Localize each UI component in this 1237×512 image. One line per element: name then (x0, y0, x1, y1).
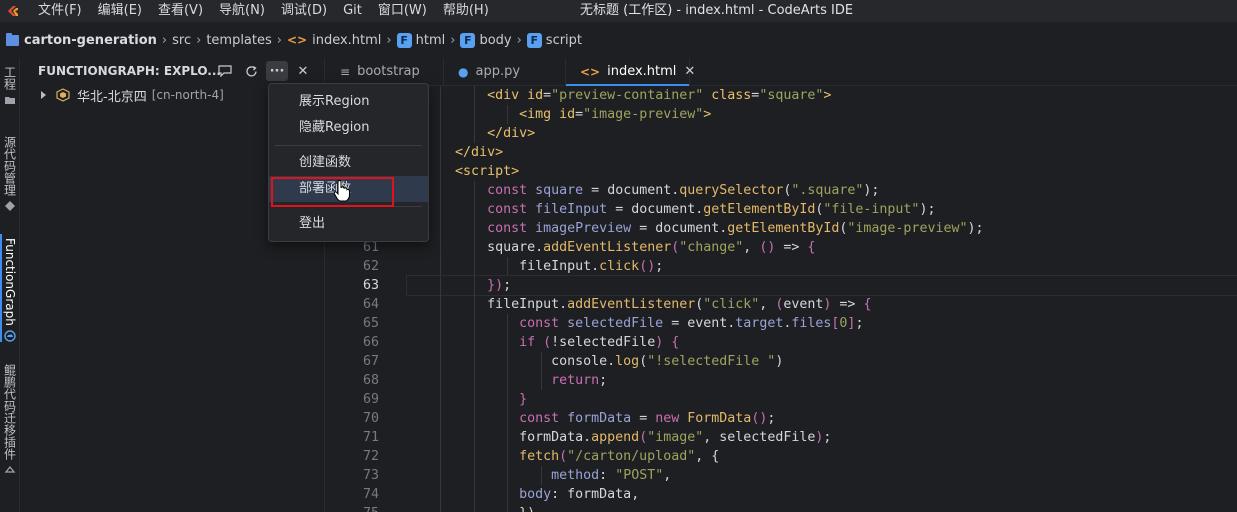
code-line: 75 }) (326, 504, 1237, 512)
activity-bar: 工程 源代码管理 FunctionGraph 鲲鹏代码迁移插件 (0, 58, 20, 512)
cloud-icon (4, 330, 16, 342)
folder-icon (6, 32, 19, 46)
element-icon: F (460, 32, 476, 48)
more-actions-icon[interactable]: ··· (266, 61, 288, 81)
code-line: 72 fetch("/carton/upload", { (362, 447, 720, 466)
explorer-actions: ··· ✕ (210, 61, 314, 81)
code-line: <img id="image-preview"> (326, 105, 1237, 124)
python-icon: ● (458, 64, 469, 79)
code-line: 74 body: formData, (362, 485, 640, 504)
breadcrumb-index-html[interactable]: <> index.html › (287, 33, 397, 48)
menu-navigate[interactable]: 导航(N) (211, 0, 273, 22)
folder-icon (5, 97, 15, 104)
tab-bootstrap[interactable]: ≡ bootstrap (326, 58, 444, 85)
code-line: </div> (326, 124, 1237, 143)
tab-index-html[interactable]: <> index.html ✕ (566, 58, 695, 86)
code-line: <div id="preview-container" class="squar… (326, 86, 1237, 105)
menu-git[interactable]: Git (335, 0, 370, 22)
breadcrumb-html[interactable]: F html › (396, 32, 461, 48)
menu-divider (275, 145, 422, 146)
code-line: 65 const selectedFile = event.target.fil… (362, 314, 864, 333)
menu-view[interactable]: 查看(V) (150, 0, 211, 22)
code-line: 71 formData.append("image", selectedFile… (362, 428, 832, 447)
code-line: 67 console.log("!selectedFile ") (362, 352, 784, 371)
source-control-icon (5, 201, 15, 211)
region-code: [cn-north-4] (151, 88, 224, 102)
context-menu: 展示Region 隐藏Region 创建函数 部署函数 登出 (268, 83, 429, 242)
tab-app-py[interactable]: ● app.py (444, 58, 566, 85)
breadcrumb-src[interactable]: src › (172, 33, 206, 48)
chevron-right-icon[interactable] (41, 91, 46, 99)
activity-tab-kunpeng-migration[interactable]: 鲲鹏代码迁移插件 (0, 364, 20, 476)
code-line: 73 method: "POST", (362, 466, 672, 485)
code-line: 68 return; (362, 371, 608, 390)
breadcrumb-body[interactable]: F body › (460, 32, 526, 48)
chevron-right-icon: › (386, 32, 392, 48)
editor-tabs: ≡ bootstrap ● app.py <> index.html ✕ (326, 58, 1237, 86)
chevron-right-icon: › (196, 32, 202, 48)
close-icon[interactable]: ✕ (292, 61, 314, 81)
code-line: 70 const formData = new FormData(); (362, 409, 776, 428)
code-line: </div> (326, 143, 1237, 162)
comment-icon[interactable] (214, 61, 236, 81)
code-line: 64 fileInput.addEventListener("click", (… (362, 295, 872, 314)
activity-tab-functiongraph[interactable]: FunctionGraph (0, 238, 20, 342)
explorer-header: FUNCTIONGRAPH: EXPLO... ··· ✕ (21, 58, 324, 84)
code-line: 69 } (362, 390, 528, 409)
close-icon[interactable]: ✕ (684, 64, 695, 79)
code-line-current: 63 }); (326, 275, 1237, 296)
hand-cursor-icon (333, 180, 350, 202)
breadcrumb-templates[interactable]: templates › (206, 33, 287, 48)
breadcrumb: carton-generation › src › templates › <>… (0, 22, 1237, 58)
element-icon: F (526, 32, 542, 48)
code-line: const fileInput = document.getElementByI… (326, 200, 1237, 219)
element-icon: F (396, 32, 412, 48)
refresh-icon[interactable] (240, 61, 262, 81)
menu-file[interactable]: 文件(F) (30, 0, 90, 22)
breadcrumb-script[interactable]: F script (526, 32, 582, 48)
code-line: 66 if (!selectedFile) { (362, 333, 680, 352)
region-icon (56, 88, 70, 102)
editor: ≡ bootstrap ● app.py <> index.html ✕ <di… (326, 58, 1237, 512)
activity-tab-source-control[interactable]: 源代码管理 (0, 136, 20, 212)
explorer-title: FUNCTIONGRAPH: EXPLO... (38, 64, 221, 78)
menu-help[interactable]: 帮助(H) (435, 0, 497, 22)
activity-tab-project[interactable]: 工程 (0, 66, 20, 106)
chevron-right-icon: › (161, 32, 168, 48)
menu-item-hide-region[interactable]: 隐藏Region (269, 115, 428, 141)
title-bar: 文件(F) 编辑(E) 查看(V) 导航(N) 调试(D) Git 窗口(W) … (0, 0, 1237, 22)
menu-item-create-function[interactable]: 创建函数 (269, 150, 428, 176)
code-line: 61 square.addEventListener("change", () … (362, 238, 816, 257)
code-line: const imagePreview = document.getElement… (326, 219, 1237, 238)
chevron-right-icon: › (450, 32, 456, 48)
menu-edit[interactable]: 编辑(E) (90, 0, 150, 22)
code-area[interactable]: <div id="preview-container" class="squar… (326, 86, 1237, 512)
migration-icon (4, 465, 16, 473)
menu-bar: 文件(F) 编辑(E) 查看(V) 导航(N) 调试(D) Git 窗口(W) … (30, 0, 497, 22)
file-lines-icon: ≡ (340, 64, 351, 79)
menu-window[interactable]: 窗口(W) (370, 0, 435, 22)
codearts-logo-icon (6, 4, 20, 18)
breadcrumb-project[interactable]: carton-generation › (6, 32, 172, 48)
region-label: 华北-北京四 (77, 89, 147, 105)
menu-item-logout[interactable]: 登出 (269, 211, 428, 237)
code-line: const square = document.querySelector(".… (326, 181, 1237, 200)
chevron-right-icon: › (516, 32, 522, 48)
html-file-icon: <> (580, 64, 601, 79)
code-line: 62 fileInput.click(); (362, 257, 664, 276)
code-line: <script> (326, 162, 1237, 181)
chevron-right-icon: › (276, 32, 282, 48)
html-file-icon: <> (286, 33, 308, 47)
menu-item-show-region[interactable]: 展示Region (269, 89, 428, 115)
menu-debug[interactable]: 调试(D) (273, 0, 335, 22)
